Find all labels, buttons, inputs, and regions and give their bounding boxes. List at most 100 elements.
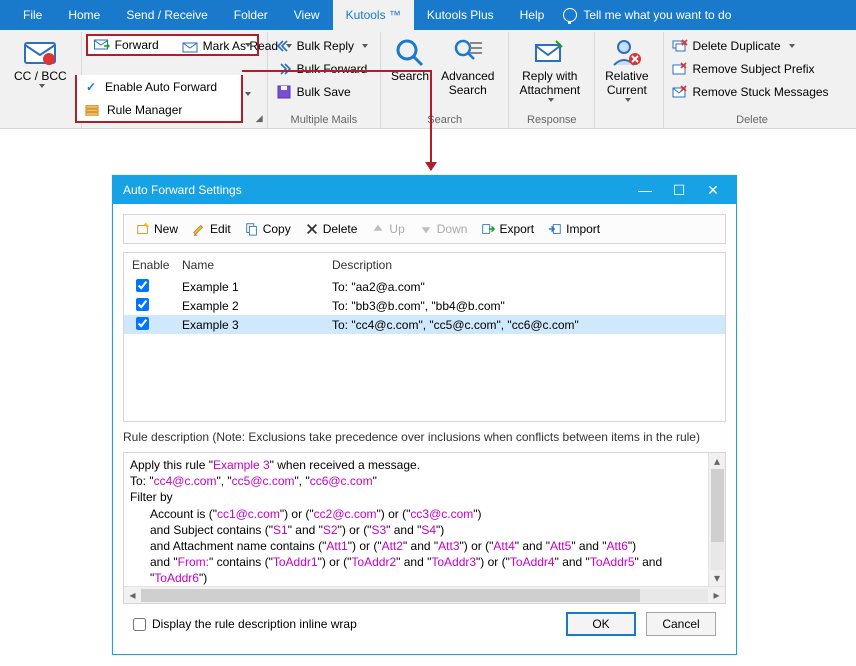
relative-current-button[interactable]: Relative Current [599,34,654,102]
col-description: Description [332,258,392,272]
rule-description-text: Apply this rule "Example 3" when receive… [124,453,725,586]
delete-duplicate-label: Delete Duplicate [693,39,781,53]
remove-stuck-messages-button[interactable]: Remove Stuck Messages [668,80,833,103]
scrollbar-thumb[interactable] [141,589,640,602]
delete-duplicate-button[interactable]: Delete Duplicate [668,34,833,57]
advanced-search-label: Advanced Search [441,70,494,98]
reply-attachment-icon [534,37,566,69]
remove-subject-prefix-button[interactable]: Remove Subject Prefix [668,57,833,80]
cancel-button[interactable]: Cancel [646,612,716,636]
cc-bcc-button[interactable]: CC / BCC [8,34,73,88]
magnifier-icon [394,37,426,69]
envelope-ccbcc-icon [24,37,56,69]
tab-help[interactable]: Help [507,0,558,30]
dropdown-caret-icon [39,84,45,88]
rules-list: Enable Name Description Example 1 To: "a… [123,252,726,422]
bulk-forward-button[interactable]: Bulk Forward [272,57,372,80]
tab-view[interactable]: View [281,0,333,30]
arrow-up-icon [371,222,385,236]
minimize-button[interactable]: — [628,182,662,198]
tell-me[interactable]: Tell me what you want to do [563,8,731,22]
bulk-save-button[interactable]: Bulk Save [272,80,372,103]
group-label-search: Search [381,114,508,126]
scroll-left-icon[interactable]: ◂ [124,588,141,602]
import-icon [548,222,562,236]
tell-me-label: Tell me what you want to do [583,8,731,22]
tab-kutools[interactable]: Kutools ™ [333,0,414,30]
tab-send-receive[interactable]: Send / Receive [113,0,220,30]
remove-stuck-messages-label: Remove Stuck Messages [693,85,829,99]
reply-with-attachment-button[interactable]: Reply with Attachment [513,34,586,102]
ribbon-tabs: File Home Send / Receive Folder View Kut… [0,0,856,30]
menu-enable-auto-forward[interactable]: ✓ Enable Auto Forward [77,75,241,98]
close-button[interactable]: ✕ [696,182,730,199]
copy-label: Copy [263,222,291,236]
dropdown-caret-icon [625,98,631,102]
magnifier-list-icon [452,37,484,69]
dialog-footer: Display the rule description inline wrap… [123,612,726,646]
remove-prefix-icon [672,61,688,77]
callout-arrow [430,70,432,170]
check-icon: ✓ [85,80,97,94]
rule-name: Example 3 [182,318,332,332]
export-button[interactable]: Export [475,217,540,241]
display-wrap-checkbox[interactable]: Display the rule description inline wrap [133,617,357,631]
rule-enable-checkbox[interactable] [136,298,149,311]
menu-rule-manager-label: Rule Manager [107,103,182,117]
dialog-launcher-icon[interactable]: ◢ [256,113,263,124]
rule-desc: To: "aa2@a.com" [332,280,425,294]
tab-kutools-plus[interactable]: Kutools Plus [414,0,507,30]
dialog-title: Auto Forward Settings [123,183,242,197]
new-button[interactable]: New [130,217,184,241]
advanced-search-button[interactable]: Advanced Search [435,34,500,98]
save-icon [276,84,292,100]
rule-row-selected[interactable]: Example 3 To: "cc4@c.com", "cc5@c.com", … [124,315,725,334]
search-button[interactable]: Search [385,34,435,98]
scroll-down-icon[interactable]: ▾ [709,570,725,586]
up-button[interactable]: Up [365,217,410,241]
edit-button[interactable]: Edit [186,217,237,241]
rule-enable-checkbox[interactable] [136,279,149,292]
cc-bcc-label: CC / BCC [14,70,67,84]
menu-enable-label: Enable Auto Forward [105,80,217,94]
import-label: Import [566,222,600,236]
ok-button[interactable]: OK [566,612,636,636]
horizontal-scrollbar[interactable]: ◂ ▸ [124,586,725,603]
tab-file[interactable]: File [10,0,55,30]
down-button[interactable]: Down [413,217,474,241]
group-label-delete: Delete [664,114,841,126]
scroll-up-icon[interactable]: ▴ [709,453,725,469]
rule-row[interactable]: Example 1 To: "aa2@a.com" [124,277,725,296]
dialog-titlebar: Auto Forward Settings — ☐ ✕ [113,176,736,204]
delete-button[interactable]: Delete [299,217,364,241]
display-wrap-input[interactable] [133,618,146,631]
tab-folder[interactable]: Folder [221,0,281,30]
dropdown-caret-icon [362,44,368,48]
rule-manager-icon [85,103,99,117]
rules-header: Enable Name Description [124,253,725,277]
menu-rule-manager[interactable]: Rule Manager [77,98,241,121]
rule-row[interactable]: Example 2 To: "bb3@b.com", "bb4@b.com" [124,296,725,315]
bulb-icon [563,8,577,22]
delete-icon [305,222,319,236]
mail-open-icon [182,38,198,54]
dropdown-caret-icon [789,44,795,48]
scrollbar-thumb[interactable] [711,469,724,542]
rule-name: Example 1 [182,280,332,294]
export-label: Export [499,222,534,236]
tab-home[interactable]: Home [55,0,113,30]
import-button[interactable]: Import [542,217,606,241]
vertical-scrollbar[interactable]: ▴ ▾ [708,453,725,586]
rule-enable-checkbox[interactable] [136,317,149,330]
rule-description-box: Apply this rule "Example 3" when receive… [123,452,726,604]
group-label-response: Response [509,114,594,126]
new-icon [136,222,150,236]
forward-dropdown-menu: ✓ Enable Auto Forward Rule Manager [75,75,243,123]
rule-desc: To: "bb3@b.com", "bb4@b.com" [332,299,505,313]
dropdown-caret-icon [245,92,251,96]
group-label-multiple: Multiple Mails [268,114,380,126]
scroll-right-icon[interactable]: ▸ [708,588,725,602]
maximize-button[interactable]: ☐ [662,182,696,199]
bulk-reply-button[interactable]: Bulk Reply [272,34,372,57]
copy-button[interactable]: Copy [239,217,297,241]
